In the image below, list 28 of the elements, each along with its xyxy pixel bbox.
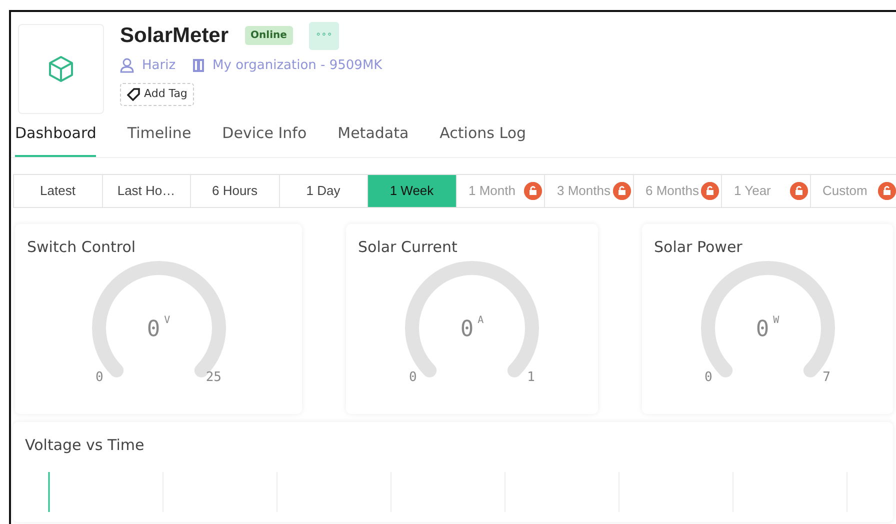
gauge-value: 0: [756, 316, 770, 344]
time-range-button[interactable]: 1 Week: [368, 174, 456, 206]
gauge-max: 7: [822, 369, 830, 387]
tab[interactable]: Metadata: [338, 122, 409, 156]
gauge-unit: W: [773, 314, 780, 328]
gauge-title: Switch Control: [27, 236, 137, 258]
gauge-unit: V: [164, 314, 170, 328]
gauge-min: 0: [409, 369, 417, 387]
gauge-max: 25: [206, 369, 222, 387]
tab[interactable]: Device Info: [222, 122, 307, 156]
gauge-title: Solar Power: [654, 236, 744, 258]
tag-icon: [127, 88, 140, 101]
device-name: SolarMeter: [120, 23, 229, 49]
gauge-title: Solar Current: [358, 236, 458, 258]
tab[interactable]: Dashboard: [15, 122, 96, 156]
gauge-unit: A: [478, 314, 484, 328]
gauge-value: 0: [146, 316, 160, 344]
tab[interactable]: Timeline: [127, 122, 192, 156]
tab[interactable]: Actions Log: [440, 122, 526, 156]
chart-title: Voltage vs Time: [25, 434, 146, 456]
status-badge: Online: [244, 26, 293, 46]
gauge-min: 0: [96, 369, 104, 387]
cube-icon: [48, 55, 74, 83]
user-icon: [120, 58, 134, 73]
gauge-value: 0: [460, 316, 474, 344]
add-tag-button[interactable]: Add Tag: [120, 83, 194, 106]
gauge-max: 1: [527, 369, 535, 387]
gauge-min: 0: [704, 369, 712, 387]
